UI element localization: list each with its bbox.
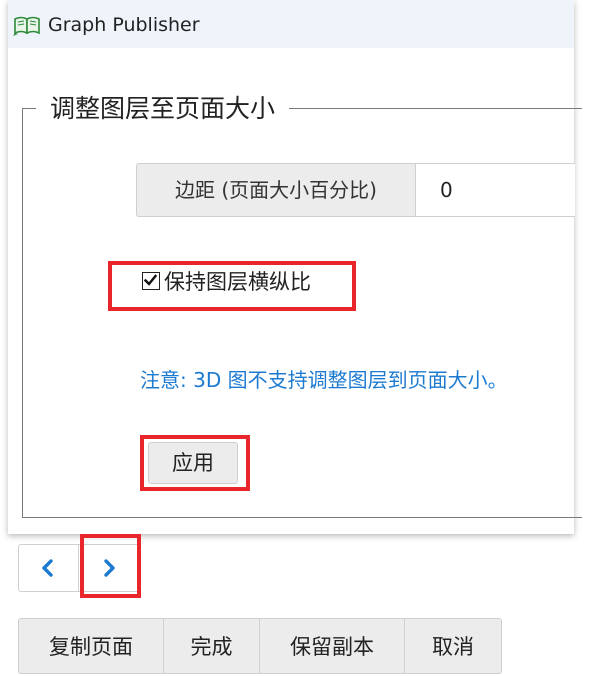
- apply-button[interactable]: 应用: [148, 442, 238, 484]
- page-navigator: [18, 544, 140, 592]
- chevron-right-icon: [104, 559, 115, 577]
- cancel-button[interactable]: 取消: [405, 619, 501, 673]
- keep-aspect-checkbox[interactable]: 保持图层横纵比: [142, 266, 311, 296]
- next-page-button[interactable]: [80, 545, 140, 591]
- chevron-left-icon: [42, 559, 53, 577]
- copy-page-button[interactable]: 复制页面: [19, 619, 164, 673]
- done-button[interactable]: 完成: [164, 619, 260, 673]
- keep-aspect-label: 保持图层横纵比: [164, 270, 311, 294]
- keep-copy-button[interactable]: 保留副本: [260, 619, 405, 673]
- group-title: 调整图层至页面大小: [36, 92, 290, 126]
- window-title: Graph Publisher: [48, 14, 200, 36]
- title-bar: Graph Publisher: [8, 0, 574, 48]
- margin-input[interactable]: [415, 163, 575, 217]
- action-button-group: 复制页面 完成 保留副本 取消: [18, 618, 502, 674]
- previous-page-button[interactable]: [19, 545, 79, 591]
- open-book-icon: [12, 15, 42, 37]
- page: Graph Publisher 调整图层至页面大小 边距 (页面大小百分比) 保…: [0, 0, 595, 676]
- margin-label: 边距 (页面大小百分比): [136, 163, 416, 217]
- note-text: 注意: 3D 图不支持调整图层到页面大小。: [140, 368, 508, 392]
- checkbox-checked-icon[interactable]: [142, 272, 160, 290]
